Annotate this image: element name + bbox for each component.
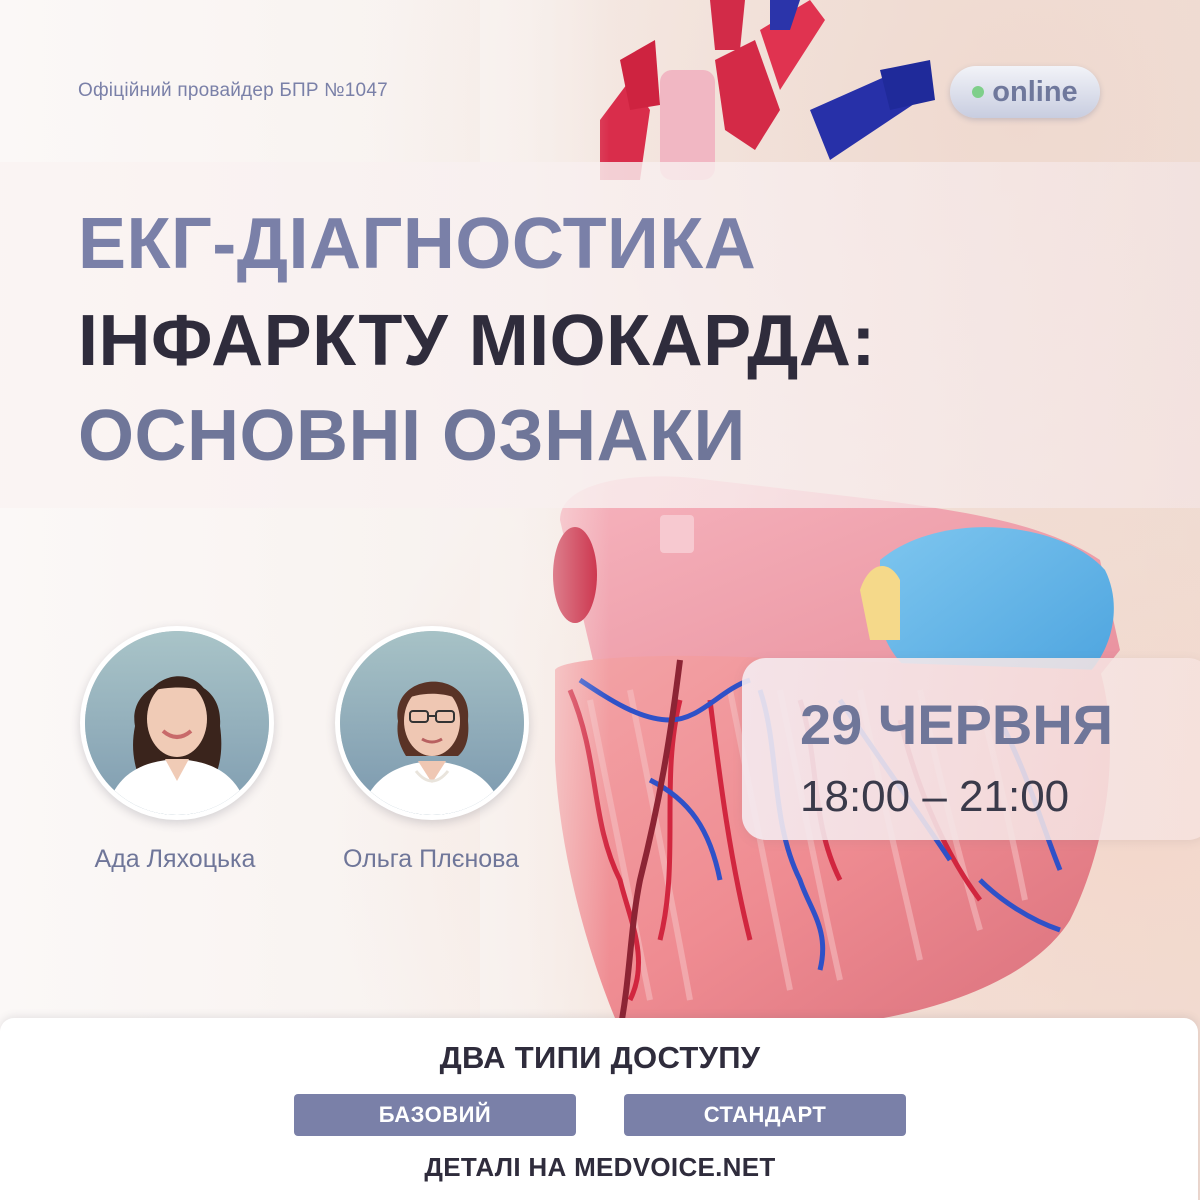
online-label: online xyxy=(992,75,1078,108)
title-line-3: ОСНОВНІ ОЗНАКИ xyxy=(78,396,746,476)
speaker-name-2: Ольга Плєнова xyxy=(342,845,520,873)
promo-poster: Офіційний провайдер БПР №1047 online ЕКГ… xyxy=(0,0,1200,1200)
access-title: ДВА ТИПИ ДОСТУПУ xyxy=(439,1040,761,1075)
speaker-avatar-1 xyxy=(80,626,274,820)
details-link[interactable]: ДЕТАЛІ НА MEDVOICE.NET xyxy=(0,1152,1200,1183)
status-dot-icon xyxy=(972,86,985,98)
provider-text: Офіційний провайдер БПР №1047 xyxy=(78,80,388,101)
access-standard-button[interactable]: СТАНДАРТ xyxy=(624,1094,906,1136)
access-basic-button[interactable]: БАЗОВИЙ xyxy=(294,1094,576,1136)
title-line-2: ІНФАРКТУ МІОКАРДА: xyxy=(78,301,876,381)
event-date: 29 ЧЕРВНЯ xyxy=(800,693,1114,756)
speaker-photo-1 xyxy=(85,631,269,815)
speaker-name-1: Ада Ляхоцька xyxy=(94,845,256,873)
speaker-photo-2 xyxy=(340,631,524,815)
speaker-avatar-2 xyxy=(335,626,529,820)
title-line-1: ЕКГ-ДІАГНОСТИКА xyxy=(78,204,757,284)
online-badge: online xyxy=(950,66,1100,118)
event-time: 18:00 – 21:00 xyxy=(800,772,1070,821)
heart-model-illustration xyxy=(480,0,1200,1030)
